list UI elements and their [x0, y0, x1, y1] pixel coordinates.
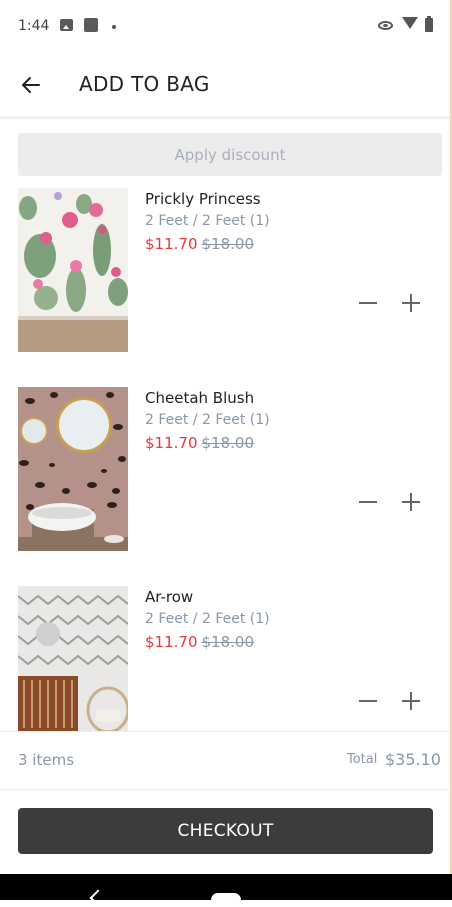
- app-notification-icon: [84, 18, 98, 32]
- decrease-quantity-button[interactable]: [357, 690, 379, 712]
- system-navigation-bar: [0, 874, 452, 907]
- sale-price: $11.70: [145, 235, 198, 253]
- items-count: 3 items: [18, 751, 75, 769]
- status-bar: 1:44: [0, 0, 450, 56]
- image-notification-icon: [60, 19, 73, 31]
- item-variant: 2 Feet / 2 Feet (1): [145, 412, 270, 428]
- original-price: $18.00: [201, 434, 255, 452]
- increase-quantity-button[interactable]: [400, 491, 422, 513]
- summary-divider: [0, 789, 450, 790]
- decrease-quantity-button[interactable]: [357, 292, 379, 314]
- item-name[interactable]: Cheetah Blush: [145, 389, 254, 407]
- item-name[interactable]: Ar-row: [145, 588, 193, 606]
- original-price: $18.00: [201, 633, 255, 651]
- item-variant: 2 Feet / 2 Feet (1): [145, 213, 270, 229]
- system-back-icon[interactable]: [89, 889, 107, 907]
- status-time: 1:44: [18, 18, 50, 34]
- original-price: $18.00: [201, 235, 255, 253]
- more-notifications-icon: [112, 25, 116, 29]
- system-home-icon[interactable]: [211, 893, 241, 907]
- bag-item: Prickly Princess 2 Feet / 2 Feet (1) $11…: [0, 186, 450, 356]
- decrease-quantity-button[interactable]: [357, 491, 379, 513]
- item-thumbnail[interactable]: [18, 586, 128, 731]
- apply-discount-button[interactable]: Apply discount: [18, 133, 442, 176]
- page-title: ADD TO BAG: [79, 72, 210, 96]
- total-label: Total: [347, 752, 378, 767]
- increase-quantity-button[interactable]: [400, 292, 422, 314]
- item-name[interactable]: Prickly Princess: [145, 190, 261, 208]
- item-price: $11.70 $18.00: [145, 434, 254, 452]
- app-header: ADD TO BAG: [0, 56, 450, 114]
- bag-item: Cheetah Blush 2 Feet / 2 Feet (1) $11.70…: [0, 385, 450, 555]
- wifi-icon: [402, 17, 418, 29]
- sale-price: $11.70: [145, 434, 198, 452]
- checkout-button[interactable]: CHECKOUT: [18, 808, 433, 854]
- item-thumbnail[interactable]: [18, 188, 128, 352]
- order-summary: 3 items Total $35.10: [0, 732, 450, 788]
- eye-icon: [378, 21, 393, 30]
- arrow-left-icon[interactable]: [20, 74, 42, 96]
- item-variant: 2 Feet / 2 Feet (1): [145, 611, 270, 627]
- item-price: $11.70 $18.00: [145, 633, 254, 651]
- battery-icon: [425, 16, 433, 32]
- header-divider: [0, 116, 450, 119]
- increase-quantity-button[interactable]: [400, 690, 422, 712]
- sale-price: $11.70: [145, 633, 198, 651]
- item-thumbnail[interactable]: [18, 387, 128, 551]
- bag-items-list: Prickly Princess 2 Feet / 2 Feet (1) $11…: [0, 186, 450, 731]
- bag-item: Ar-row 2 Feet / 2 Feet (1) $11.70 $18.00: [0, 584, 450, 731]
- item-price: $11.70 $18.00: [145, 235, 254, 253]
- total-value: $35.10: [385, 750, 441, 769]
